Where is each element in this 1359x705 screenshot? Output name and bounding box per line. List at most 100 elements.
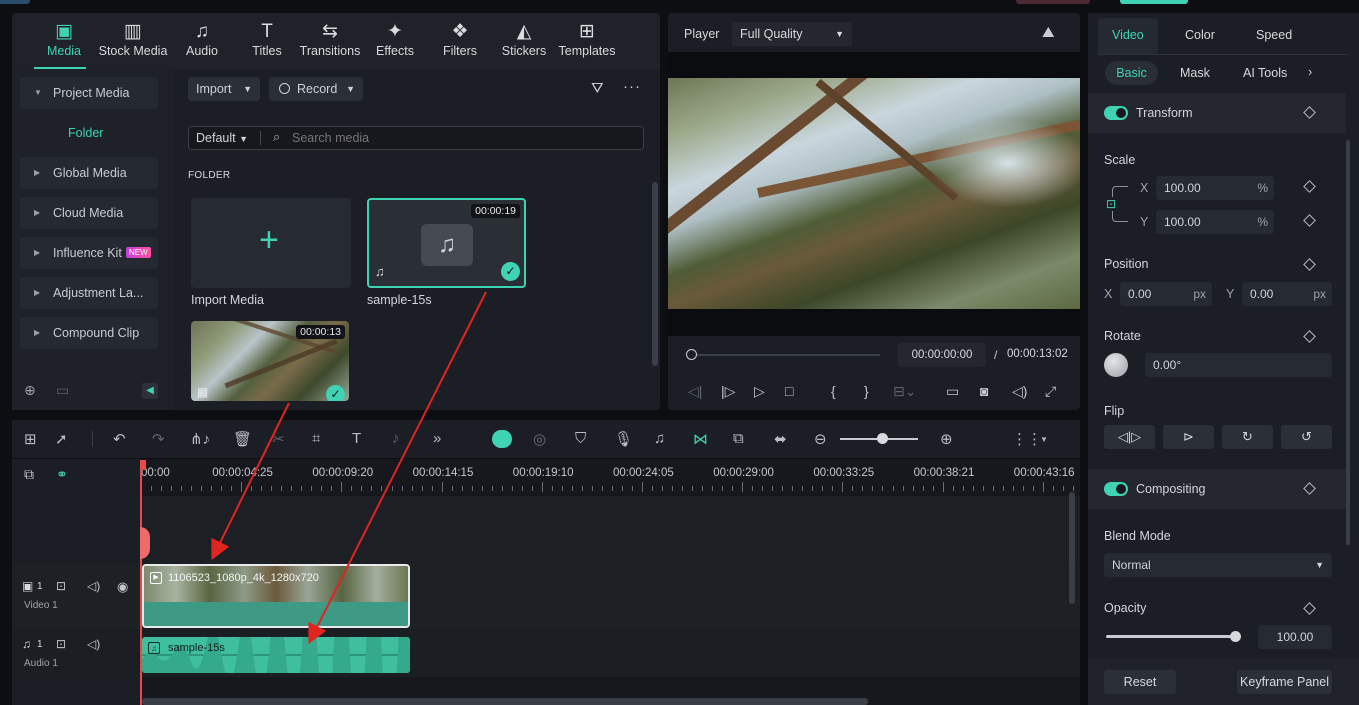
tab-transitions[interactable]: ⇆ Transitions xyxy=(297,20,363,58)
add-track-icon[interactable]: ⧉ xyxy=(24,466,34,483)
tab-media[interactable]: ▣ Media xyxy=(36,20,92,58)
import-button[interactable]: Import ▼ xyxy=(188,77,260,101)
search-input[interactable] xyxy=(292,129,632,147)
mark-in-icon[interactable]: { xyxy=(831,383,836,399)
tab-titles[interactable]: T Titles xyxy=(248,20,286,58)
text-icon[interactable]: T xyxy=(352,430,361,447)
prev-frame-icon[interactable]: ◁| xyxy=(688,383,702,400)
video-media-tile[interactable]: 00:00:13 ▦ ✓ xyxy=(191,321,349,401)
subtab-ai-tools[interactable]: AI Tools xyxy=(1243,66,1287,80)
folder-icon[interactable]: ⊡ xyxy=(56,637,66,651)
tab-color[interactable]: Color xyxy=(1185,28,1215,42)
record-button[interactable]: Record ▼ xyxy=(269,77,363,101)
filter-icon[interactable]: ⛛ xyxy=(591,80,604,97)
opacity-slider-track[interactable] xyxy=(1106,635,1236,638)
render-icon[interactable]: ◎ xyxy=(533,430,546,448)
layout-icon[interactable]: ⊞ xyxy=(24,430,37,448)
scale-x-input[interactable]: 100.00% xyxy=(1156,176,1274,200)
link-icon[interactable]: ⚭ xyxy=(56,466,68,483)
subtab-mask[interactable]: Mask xyxy=(1180,66,1210,80)
auto-ripple-icon[interactable]: ⧉ xyxy=(733,430,744,447)
chevron-right-icon[interactable]: › xyxy=(1308,64,1312,79)
tab-templates[interactable]: ⊞ Templates xyxy=(555,20,619,58)
compound-clip-item[interactable]: ▶ Compound Clip xyxy=(20,317,158,349)
quality-dropdown[interactable]: Full Quality ▼ xyxy=(732,22,852,46)
sort-dropdown[interactable]: Default ▼ xyxy=(196,131,248,145)
zoom-handle[interactable] xyxy=(877,433,888,444)
snapshot-icon[interactable]: ⛰ xyxy=(1042,24,1055,41)
tab-effects[interactable]: ✦ Effects xyxy=(372,20,418,58)
lock-icon[interactable]: ⊡ xyxy=(1106,197,1117,211)
adjustment-layer-item[interactable]: ▶ Adjustment La... xyxy=(20,277,158,309)
playhead-marker[interactable] xyxy=(140,527,150,559)
folder-icon[interactable]: ⊡ xyxy=(56,579,66,593)
fullscreen-icon[interactable]: ⤢ xyxy=(1045,383,1056,400)
progress-handle[interactable] xyxy=(686,349,697,360)
playhead[interactable] xyxy=(140,460,142,705)
flip-vertical-button[interactable]: ⊳ xyxy=(1163,425,1214,449)
tab-stock-media[interactable]: ▥ Stock Media xyxy=(96,20,170,58)
audio-stretch-icon[interactable]: ♪ xyxy=(392,430,400,447)
play-icon[interactable]: ▷ xyxy=(754,383,765,400)
subtab-basic[interactable]: Basic xyxy=(1105,61,1158,85)
compositing-toggle[interactable] xyxy=(1104,482,1128,496)
rotate-cw-button[interactable]: ↻ xyxy=(1222,425,1273,449)
display-icon[interactable]: ▭ xyxy=(946,383,959,400)
progress-track[interactable] xyxy=(690,354,880,356)
audio-media-tile[interactable]: ♫ 00:00:19 ♫ ✓ xyxy=(367,198,526,288)
pos-x-input[interactable]: 0.00 px xyxy=(1120,282,1212,306)
stop-icon[interactable]: □ xyxy=(785,383,793,399)
transform-toggle[interactable] xyxy=(1104,106,1128,120)
audio-edit-icon[interactable]: ⋔♪ xyxy=(190,430,210,448)
more-icon[interactable]: ··· xyxy=(623,78,641,95)
volume-icon[interactable]: ◁) xyxy=(87,579,100,593)
playhead-top[interactable] xyxy=(140,460,146,470)
snap-icon[interactable]: ⋈ xyxy=(693,430,708,448)
zoom-in-icon[interactable]: ⊕ xyxy=(940,430,953,448)
current-time[interactable]: 00:00:00:00 xyxy=(898,343,986,367)
redo-icon[interactable]: ↷ xyxy=(152,430,165,448)
scale-y-input[interactable]: 100.00% xyxy=(1156,210,1274,234)
influence-kit-item[interactable]: ▶ Influence Kit NEW xyxy=(20,237,158,269)
split-icon[interactable]: ✂ xyxy=(272,430,285,448)
tab-stickers[interactable]: ◭ Stickers xyxy=(498,20,550,58)
video-clip[interactable]: ▶ 1106523_1080p_4k_1280x720 xyxy=(142,564,410,628)
tab-video[interactable]: Video xyxy=(1112,28,1144,42)
delete-icon[interactable]: 🗑 xyxy=(233,430,252,448)
chevron-down-icon[interactable]: ▼ xyxy=(1040,435,1048,444)
properties-scrollbar[interactable] xyxy=(1346,140,1350,545)
rotate-ccw-button[interactable]: ↺ xyxy=(1281,425,1332,449)
rotate-dial[interactable] xyxy=(1104,353,1128,377)
tab-audio[interactable]: ♫ Audio xyxy=(181,20,223,58)
track-menu-icon[interactable]: ⋮⋮ xyxy=(1012,430,1042,448)
opacity-input[interactable]: 100.00 xyxy=(1258,625,1332,649)
import-media-tile[interactable]: + xyxy=(191,198,351,288)
rotate-input[interactable]: 0.00° xyxy=(1145,353,1332,377)
audio-clip[interactable]: ♫ sample-15s xyxy=(142,637,410,673)
more-tools-icon[interactable]: » xyxy=(433,430,441,447)
blend-mode-dropdown[interactable]: Normal ▼ xyxy=(1104,553,1332,577)
marker-icon[interactable]: ⛉ xyxy=(575,430,586,447)
crop-icon[interactable]: ⌗ xyxy=(312,430,320,447)
folder-item[interactable]: Folder xyxy=(68,126,103,140)
timeline-vscrollbar[interactable] xyxy=(1069,492,1075,604)
fit-icon[interactable]: ⬌ xyxy=(774,430,787,448)
new-folder-icon[interactable]: ⊕ xyxy=(24,382,36,399)
next-frame-icon[interactable]: |▷ xyxy=(721,383,735,400)
microphone-icon[interactable]: 🎙 xyxy=(614,430,633,448)
keyframe-panel-button[interactable]: Keyframe Panel xyxy=(1237,670,1332,694)
undo-icon[interactable]: ↶ xyxy=(113,430,126,448)
camera-icon[interactable]: ◙ xyxy=(980,383,988,399)
media-scrollbar[interactable] xyxy=(652,182,658,366)
pos-y-input[interactable]: 0.00 px xyxy=(1242,282,1332,306)
cloud-media-item[interactable]: ▶ Cloud Media xyxy=(20,197,158,229)
select-tool-icon[interactable]: ➚ xyxy=(55,430,68,448)
folder-icon[interactable]: ▭ xyxy=(56,382,69,399)
volume-icon[interactable]: ◁) xyxy=(1012,383,1027,400)
tab-filters[interactable]: ❖ Filters xyxy=(440,20,480,58)
collapse-panel-icon[interactable]: ◀ xyxy=(142,383,158,399)
flip-horizontal-button[interactable]: ◁|▷ xyxy=(1104,425,1155,449)
volume-icon[interactable]: ◁) xyxy=(87,637,100,651)
project-media-item[interactable]: ▼ Project Media xyxy=(20,77,158,109)
ai-assistant-icon[interactable] xyxy=(492,430,512,448)
